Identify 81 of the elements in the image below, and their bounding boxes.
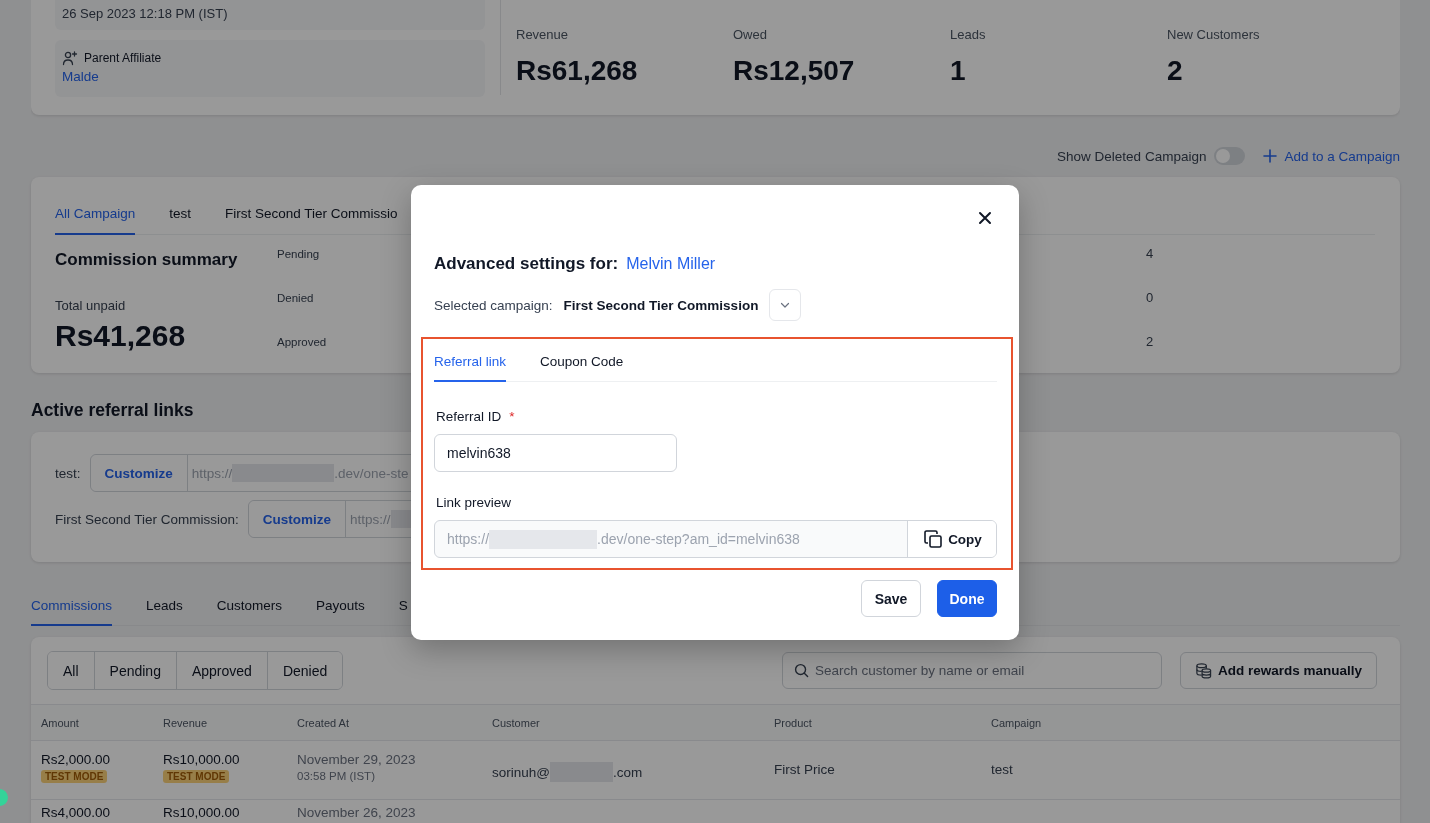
person-plus-icon — [62, 50, 78, 66]
field-label: Referral ID — [436, 409, 502, 425]
save-button[interactable]: Save — [861, 580, 921, 617]
stat-value: Rs61,268 — [516, 54, 638, 88]
table-cell: 03:58 PM (IST) — [297, 770, 375, 782]
table-cell: November 29, 2023 — [297, 752, 416, 767]
stat-label: New Customers — [1167, 26, 1260, 44]
url-text: https:// — [191, 465, 233, 481]
status-count: 0 — [1146, 291, 1154, 307]
campaign-label: First Second Tier Commission: — [55, 511, 239, 527]
table-cell: Rs10,000.00 — [163, 752, 240, 767]
table-cell: test — [991, 762, 1013, 777]
stat-value: Rs12,507 — [733, 54, 855, 88]
done-button[interactable]: Done — [937, 580, 997, 617]
url-text: https:// — [350, 511, 391, 527]
email-text: sorinuh@ — [492, 764, 550, 780]
section-tab[interactable]: Payouts — [316, 598, 365, 626]
stat-value: 1 — [950, 54, 966, 88]
campaign-label: Selected campaign: — [434, 297, 553, 313]
required-mark: * — [509, 409, 515, 425]
coins-icon — [1194, 662, 1212, 679]
dropdown-button[interactable] — [769, 289, 802, 321]
status-count: 2 — [1146, 335, 1154, 351]
field-label: Link preview — [436, 495, 512, 511]
column-header: Amount — [41, 716, 79, 729]
section-title: Active referral links — [31, 399, 194, 421]
parent-affiliate-link[interactable]: Malde — [62, 67, 99, 87]
joined-date: 26 Sep 2023 12:18 PM (IST) — [62, 5, 228, 23]
url-text: .dev/one-step?am_id=melvin638 — [597, 531, 800, 547]
campaign-tab[interactable]: test — [169, 205, 192, 235]
url-text: .dev/one-ste — [334, 465, 409, 481]
status-count: 4 — [1146, 247, 1154, 263]
section-tab[interactable]: S — [398, 598, 408, 626]
campaign-value: First Second Tier Commission — [563, 297, 759, 313]
modal-tab[interactable]: Referral link — [434, 354, 507, 382]
stat-label: Revenue — [516, 26, 569, 44]
table-cell: Rs10,000.00 — [163, 805, 240, 820]
section-tab[interactable]: Leads — [146, 598, 183, 626]
column-header: Created At — [297, 716, 349, 729]
add-rewards-button[interactable]: Add rewards manually — [1179, 652, 1377, 689]
email-text: .com — [613, 764, 643, 780]
campaign-tab[interactable]: All Campaign — [55, 205, 136, 235]
plus-icon — [1263, 149, 1278, 163]
summary-title: Commission summary — [55, 249, 238, 271]
toggle-label: Show Deleted Campaign — [1057, 148, 1207, 164]
add-campaign-link[interactable]: Add to a Campaign — [1284, 148, 1400, 164]
table-cell: November 26, 2023 — [297, 805, 416, 820]
copy-button[interactable]: Copy — [907, 521, 996, 557]
total-unpaid-value: Rs41,268 — [55, 318, 186, 354]
column-header: Product — [774, 716, 812, 729]
url-text: https:// — [447, 531, 490, 547]
close-icon — [976, 209, 994, 227]
copy-icon — [922, 528, 945, 550]
modal-tab[interactable]: Coupon Code — [540, 354, 624, 382]
referral-id-field[interactable]: melvin638 — [434, 434, 677, 472]
status-label: Pending — [277, 248, 320, 260]
test-mode-badge: TEST MODE — [163, 770, 230, 783]
section-tab[interactable]: Customers — [216, 598, 283, 626]
total-unpaid-label: Total unpaid — [55, 298, 126, 314]
status-label: Approved — [277, 336, 327, 348]
search-icon — [793, 663, 809, 678]
column-header: Campaign — [991, 716, 1042, 729]
campaign-tab[interactable]: First Second Tier Commissio — [225, 205, 398, 235]
parent-affiliate-label: Parent Affiliate — [84, 50, 162, 67]
status-label: Denied — [277, 292, 314, 304]
column-header: Customer — [492, 716, 540, 729]
filter-button[interactable]: Denied — [266, 652, 343, 689]
table-cell: First Price — [774, 762, 835, 777]
table-cell: Rs4,000.00 — [41, 805, 111, 820]
stat-label: Leads — [950, 26, 986, 44]
modal-title: Advanced settings for: — [434, 253, 619, 275]
section-tab[interactable]: Commissions — [31, 598, 112, 626]
toggle-switch[interactable] — [1214, 147, 1246, 165]
stat-value: 2 — [1167, 54, 1183, 88]
stat-label: Owed — [733, 26, 767, 44]
table-cell: Rs2,000.00 — [41, 752, 111, 767]
test-mode-badge: TEST MODE — [41, 770, 108, 783]
column-header: Revenue — [163, 716, 208, 729]
search-field[interactable]: Search customer by name or email — [781, 652, 1162, 689]
campaign-label: test: — [55, 465, 81, 481]
affiliate-name-link[interactable]: Melvin Miller — [626, 253, 716, 275]
